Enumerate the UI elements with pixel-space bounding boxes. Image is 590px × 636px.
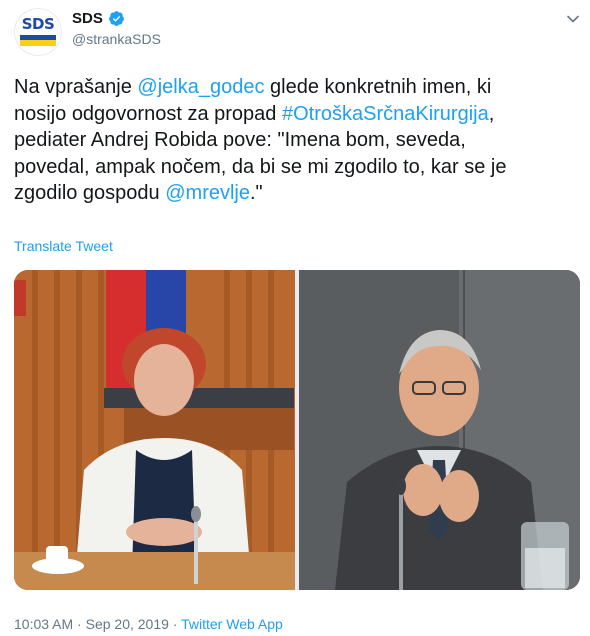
tweet-text-segment: Na vprašanje — [14, 76, 138, 98]
tweet-card: SDS SDS @strankaSDS Na vprašanje @jelka_… — [0, 0, 590, 636]
translate-tweet-link[interactable]: Translate Tweet — [14, 238, 113, 254]
meta-separator: · — [77, 616, 82, 632]
display-name[interactable]: SDS — [72, 10, 103, 27]
tweet-meta: 10:03 AM · Sep 20, 2019 · Twitter Web Ap… — [14, 616, 283, 632]
media-grid — [14, 270, 580, 590]
tweet-text: Na vprašanje @jelka_godec glede konkretn… — [14, 74, 576, 207]
mention-mrevlje-link[interactable]: @mrevlje — [165, 182, 250, 204]
photo-woman-at-hearing[interactable] — [14, 270, 295, 590]
verified-badge-icon — [109, 11, 124, 26]
avatar-logo-text: SDS — [21, 15, 55, 33]
tweet-date[interactable]: Sep 20, 2019 — [86, 616, 169, 632]
avatar-logo-yellow-bar — [20, 40, 56, 46]
hashtag-link[interactable]: #OtroškaSrčnaKirurgija — [282, 103, 489, 125]
source-app-link[interactable]: Twitter Web App — [181, 616, 283, 632]
avatar[interactable]: SDS — [14, 8, 62, 56]
photo-man-at-hearing[interactable] — [299, 270, 580, 590]
chevron-down-icon[interactable] — [566, 12, 580, 26]
photo-woman-illustration — [14, 270, 295, 590]
mention-jelka-godec-link[interactable]: @jelka_godec — [137, 76, 264, 98]
tweet-time[interactable]: 10:03 AM — [14, 616, 73, 632]
tweet-text-segment: ." — [250, 182, 263, 204]
photo-man-illustration — [299, 270, 580, 590]
meta-separator: · — [172, 616, 178, 632]
account-handle[interactable]: @strankaSDS — [72, 31, 161, 47]
